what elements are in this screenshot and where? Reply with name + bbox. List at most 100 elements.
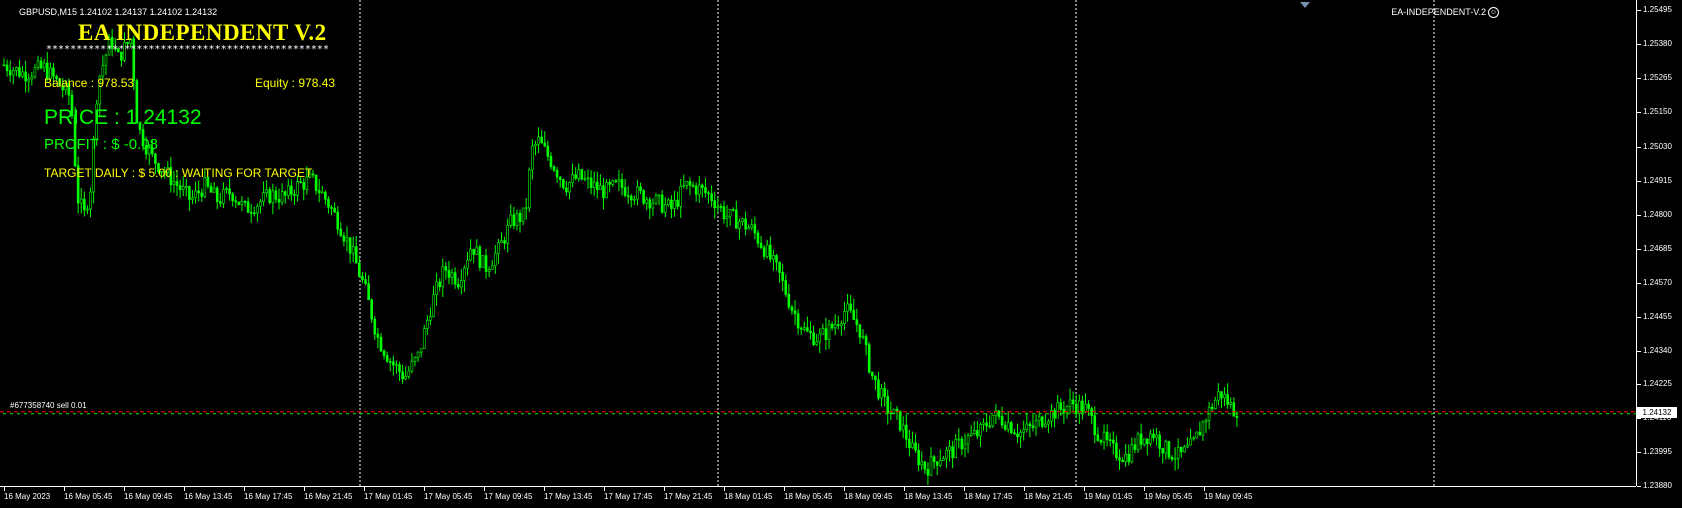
candle-body (197, 190, 200, 194)
time-tick-label: 17 May 21:45 (664, 492, 713, 501)
candle-body (367, 283, 370, 301)
candle-body (948, 446, 951, 451)
candle-body (450, 272, 454, 278)
candle-body (756, 232, 760, 244)
candle-body (682, 185, 686, 187)
candle-body (469, 248, 472, 261)
candle-body (1099, 440, 1103, 443)
candle-body (932, 456, 936, 463)
candle-body (212, 187, 216, 193)
candle-body (966, 435, 970, 445)
candle-body (33, 67, 37, 78)
candle-body (722, 206, 726, 220)
candle-body (818, 333, 822, 343)
time-tick-label: 16 May 13:45 (184, 492, 233, 501)
candle-body (194, 190, 197, 199)
candle-body (453, 272, 457, 285)
candle-body (651, 202, 655, 209)
candle-body (1176, 446, 1180, 459)
time-tick (1024, 487, 1025, 491)
candle-body (605, 182, 608, 199)
candle-body (982, 422, 985, 425)
candle-body (846, 303, 849, 312)
candle-body (753, 224, 757, 234)
candle-body (1226, 394, 1229, 405)
candle-body (1198, 431, 1202, 436)
candle-body (874, 375, 877, 381)
candle-body (225, 188, 228, 191)
candle-body (1087, 403, 1090, 409)
candle-body (320, 191, 324, 194)
candle-body (181, 186, 185, 191)
time-tick-label: 16 May 21:45 (304, 492, 353, 501)
candle-body (657, 194, 661, 197)
candle-body (268, 189, 272, 204)
candle-body (812, 332, 815, 345)
candle-body (1031, 425, 1035, 428)
candle-body (904, 424, 908, 440)
candle-body (979, 424, 982, 437)
candle-body (744, 218, 747, 230)
candle-body (345, 237, 349, 242)
chart-window[interactable]: GBPUSD,M15 1.24102 1.24137 1.24102 1.241… (0, 0, 1682, 507)
candle-body (663, 204, 667, 213)
candle-body (290, 185, 293, 195)
candle-body (426, 320, 429, 329)
candle-body (704, 187, 707, 194)
chart-shift-marker[interactable] (1300, 2, 1310, 8)
candle-body (1223, 394, 1226, 399)
candle-body (503, 240, 506, 244)
candle-body (586, 177, 590, 180)
candle-body (639, 186, 642, 191)
time-axis[interactable]: 16 May 2023 16 May 05:45 16 May 09:45 16 Ma… (0, 486, 1636, 508)
candle-body (914, 442, 917, 451)
candle-body (660, 194, 664, 213)
candle-body (806, 327, 809, 332)
candle-body (713, 200, 717, 209)
candle-body (580, 169, 584, 180)
time-tick (1144, 487, 1145, 491)
time-tick (784, 487, 785, 491)
candle-body (691, 184, 695, 187)
candle-body (738, 221, 741, 229)
time-tick (364, 487, 365, 491)
candle-body (679, 186, 683, 207)
ea-name-label[interactable]: EA-INDEPENDENT-V.2 ☺ (1391, 7, 1499, 19)
price-tick-label: 1.25150 (1643, 106, 1672, 116)
candle-body (1056, 402, 1059, 419)
candle-body (577, 169, 581, 179)
candle-body (1124, 453, 1127, 463)
time-tick-label: 18 May 13:45 (904, 492, 953, 501)
candle-body (314, 174, 318, 191)
price-tick (1637, 248, 1641, 250)
candle-body (441, 266, 445, 288)
order-line-label[interactable]: #677358740 sell 0.01 (10, 401, 87, 410)
candle-body (1118, 457, 1121, 461)
candle-body (52, 67, 55, 77)
candle-body (762, 247, 766, 257)
candle-body (373, 318, 377, 335)
smiley-icon[interactable]: ☺ (1488, 7, 1499, 19)
time-tick (484, 487, 485, 491)
candle-body (1136, 433, 1140, 450)
current-price-tag: 1.24132 (1637, 406, 1677, 418)
candle-body (101, 65, 105, 77)
candle-body (497, 242, 500, 254)
price-tick-label: 1.25380 (1643, 39, 1672, 49)
candle-body (404, 376, 408, 380)
candle-body (39, 60, 43, 69)
candle-body (701, 184, 704, 188)
candle-body (1034, 420, 1038, 428)
candlestick-plot[interactable] (0, 0, 1636, 486)
candle-body (540, 136, 543, 144)
time-tick (124, 487, 125, 491)
time-tick-label: 18 May 17:45 (964, 492, 1013, 501)
candle-body (1084, 403, 1087, 413)
candle-body (527, 169, 531, 209)
price-tick (1637, 111, 1641, 113)
candle-body (1179, 446, 1183, 453)
candle-body (1229, 402, 1233, 405)
candle-body (30, 76, 34, 80)
candle-body (203, 177, 207, 197)
time-tick-label: 18 May 09:45 (844, 492, 893, 501)
